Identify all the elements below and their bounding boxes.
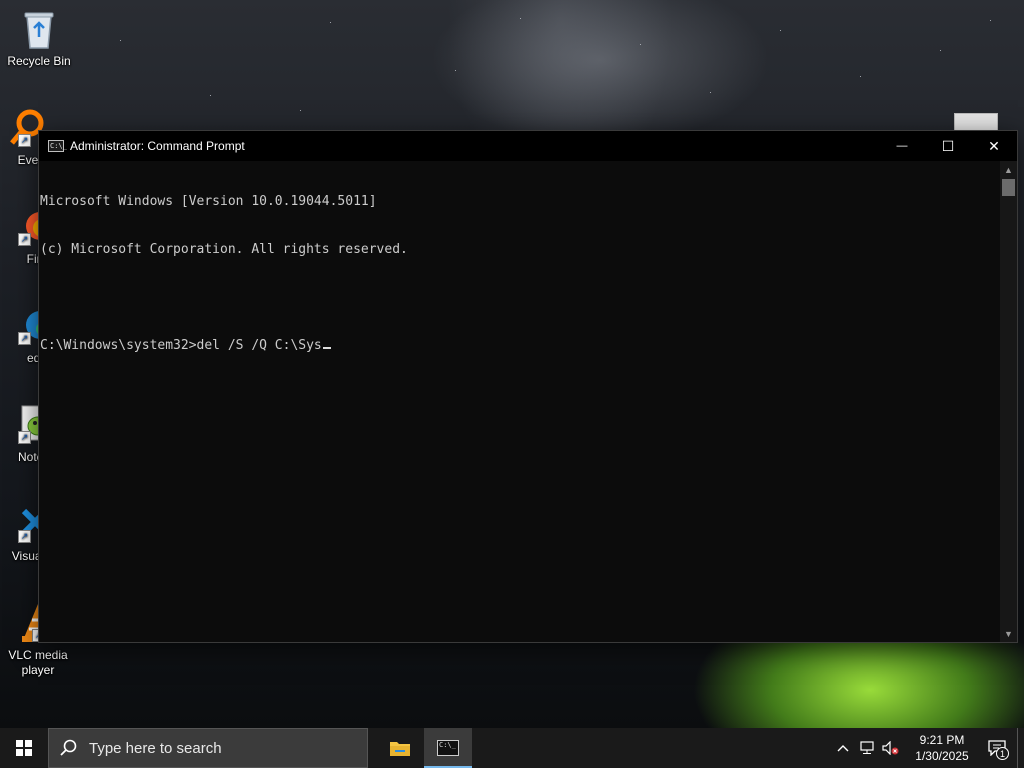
notification-center-button[interactable]: 1 (977, 728, 1017, 768)
desktop-icon-recycle-bin[interactable]: Recycle Bin (1, 8, 77, 69)
recycle-bin-icon (19, 8, 59, 49)
volume-muted-icon[interactable] (879, 728, 903, 768)
command-prompt-icon: C:\_ (437, 740, 459, 756)
desktop: Recycle Bin ↗ Every ↗ Fire ↗ edg ↗ Notep… (0, 0, 1024, 728)
taskbar-search-box[interactable]: Type here to search (48, 728, 368, 768)
clock-date: 1/30/2025 (915, 749, 969, 763)
search-placeholder: Type here to search (89, 739, 222, 757)
clock-time: 9:21 PM (919, 733, 965, 747)
window-title: Administrator: Command Prompt (70, 139, 245, 153)
taskbar-command-prompt[interactable]: C:\_ (424, 728, 472, 768)
console-line: (c) Microsoft Corporation. All rights re… (40, 242, 408, 257)
shortcut-arrow-icon: ↗ (18, 431, 31, 444)
shortcut-arrow-icon: ↗ (18, 332, 31, 345)
taskbar: Type here to search C:\_ 9:21 PM 1/30/20… (0, 728, 1024, 768)
vertical-scrollbar[interactable]: ▲ ▼ (1000, 161, 1017, 642)
text-cursor (322, 347, 331, 349)
start-button[interactable] (0, 728, 48, 768)
network-icon[interactable] (855, 728, 879, 768)
maximize-button[interactable]: ☐ (925, 131, 971, 161)
system-tray: 9:21 PM 1/30/2025 1 (831, 728, 1024, 768)
shortcut-arrow-icon: ↗ (18, 134, 31, 147)
console-line: Microsoft Windows [Version 10.0.19044.50… (40, 194, 377, 209)
scroll-up-arrow-icon[interactable]: ▲ (1000, 161, 1017, 178)
window-titlebar[interactable]: C:\_ Administrator: Command Prompt — ☐ ✕ (39, 131, 1017, 161)
desktop-icon-label-line2: player (21, 663, 55, 677)
desktop-icon-label: VLC media (8, 648, 68, 662)
windows-logo-icon (16, 740, 32, 756)
taskbar-clock[interactable]: 9:21 PM 1/30/2025 (907, 732, 977, 764)
search-icon (49, 739, 89, 757)
desktop-icon-label: Recycle Bin (7, 54, 71, 68)
command-prompt-icon[interactable]: C:\_ (48, 140, 67, 152)
console-prompt-line[interactable]: C:\Windows\system32>del /S /Q C:\Sys (40, 338, 1000, 354)
console-command-text: C:\Windows\system32>del /S /Q C:\Sys (40, 338, 322, 353)
minimize-button[interactable]: — (879, 131, 925, 161)
chevron-up-icon[interactable] (831, 728, 855, 768)
command-prompt-window[interactable]: C:\_ Administrator: Command Prompt — ☐ ✕… (38, 130, 1018, 643)
notification-badge: 1 (996, 747, 1009, 760)
taskbar-file-explorer[interactable] (376, 728, 424, 768)
shortcut-arrow-icon: ↗ (18, 233, 31, 246)
close-button[interactable]: ✕ (971, 131, 1017, 161)
folder-icon (390, 742, 410, 756)
show-desktop-button[interactable] (1017, 728, 1024, 768)
shortcut-arrow-icon: ↗ (18, 530, 31, 543)
scroll-down-arrow-icon[interactable]: ▼ (1000, 625, 1017, 642)
scrollbar-thumb[interactable] (1002, 179, 1015, 196)
console-output[interactable]: Microsoft Windows [Version 10.0.19044.50… (39, 161, 1000, 642)
